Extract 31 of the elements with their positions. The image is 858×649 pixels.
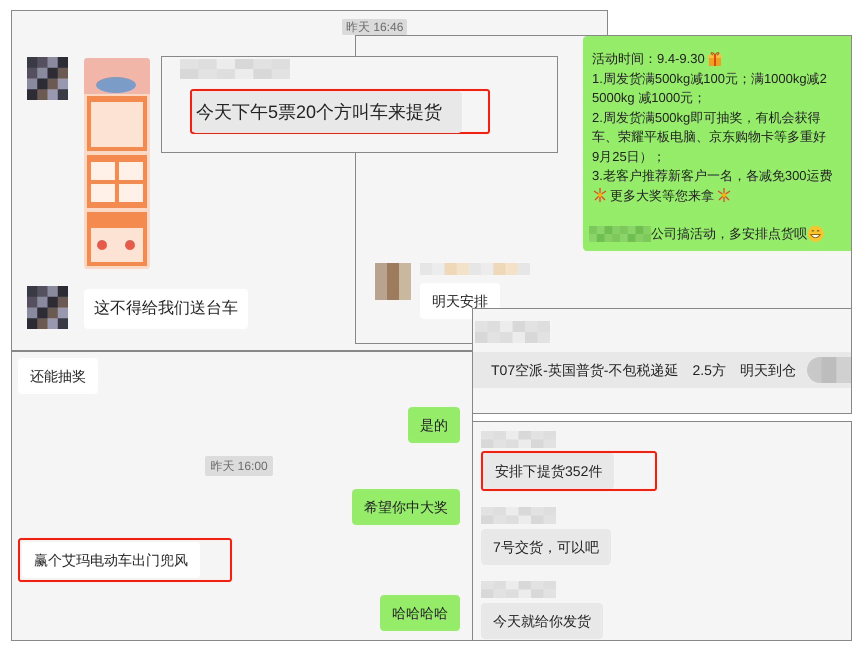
grinning-face-icon bbox=[807, 225, 824, 242]
message-text: T07空派-英国普货-不包税递延 2.5方 明天到仓 bbox=[491, 360, 796, 380]
pixelated-avatar bbox=[375, 263, 411, 300]
message-bubble: 哈哈哈哈 bbox=[380, 595, 460, 631]
timestamp: 昨天 16:00 bbox=[205, 456, 273, 476]
message-bubble: 这不得给我们送台车 bbox=[84, 289, 248, 329]
pixelated-avatar bbox=[27, 286, 68, 329]
gift-icon bbox=[706, 50, 723, 67]
promo-line: 1.周发货满500kg减100元；满1000kg减2 bbox=[592, 70, 827, 88]
timestamp: 昨天 16:46 bbox=[342, 19, 408, 35]
blurred-name bbox=[807, 357, 851, 383]
message-text: 公司搞活动，多安排点货呗 bbox=[651, 225, 807, 243]
pixelated-avatar bbox=[27, 57, 68, 100]
promo-line: 5000kg 减1000元； bbox=[592, 89, 706, 107]
message-bubble: 安排下提货352件 bbox=[483, 453, 614, 489]
promo-line: 3.老客户推荐新客户一名，各减免300运费 bbox=[592, 167, 833, 185]
promo-line: 9月25日）； bbox=[592, 148, 666, 166]
message-bubble: 是的 bbox=[408, 407, 460, 443]
message-bubble: 今天下午5票20个方叫车来提货 bbox=[192, 90, 462, 132]
message-bubble: 赢个艾玛电动车出门兜风 bbox=[22, 542, 200, 578]
message-bubble: 今天就给你发货 bbox=[481, 603, 603, 639]
promo-title: 活动时间：9.4-9.30 bbox=[592, 50, 705, 68]
promo-line: 2.周发货满500kg即可抽奖，有机会获得 bbox=[592, 108, 820, 127]
message-bubble: 7号交货，可以吧 bbox=[481, 529, 611, 565]
firework-icon bbox=[716, 187, 732, 204]
message-bubble: 希望你中大奖 bbox=[352, 489, 460, 525]
message-bubble: 还能抽奖 bbox=[18, 358, 98, 394]
firework-icon bbox=[592, 187, 608, 204]
promo-line: 更多大奖等您来拿 bbox=[610, 186, 714, 204]
promo-line: 车、荣耀平板电脑、京东购物卡等多重好 bbox=[592, 128, 826, 146]
blurred-name bbox=[589, 226, 651, 242]
